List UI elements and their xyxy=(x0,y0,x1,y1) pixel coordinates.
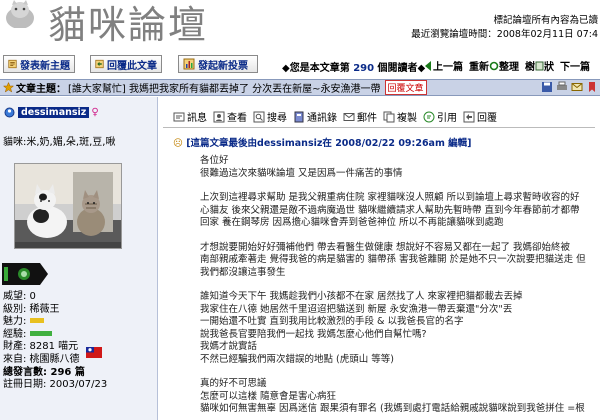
save-icon[interactable] xyxy=(541,81,553,93)
user-stats: 威望: 0 級別: 稀薇王 魅力: 經驗: 財產: 8281 喵元 來自: 桃園… xyxy=(3,291,107,392)
quote-button[interactable]: 引用 xyxy=(423,109,457,124)
post-body: 各位好 很難過這次來貓咪論壇 又是因爲一件痛苦的事情 上次到這裡尋求幫助 是我父… xyxy=(200,155,600,416)
post-line: 貓咪如何無害無辜 因爲迷信 跟果須有罪名 (我媽到處打電話給親戚說貓咪說到我爸拼… xyxy=(200,403,585,414)
post-line: 回家 養在鋼琴房 因爲擔心貓咪會弄到爸爸神位 所以不再能讓貓咪到處跑 xyxy=(200,217,504,228)
post-line: 怎麼可以這樣 隨意會是害心病狂 xyxy=(200,390,337,402)
reply-icon xyxy=(95,59,104,69)
subject-tools xyxy=(541,81,598,93)
mark-all-read-link[interactable]: 標記論壇所有內容為已讀 xyxy=(411,14,598,28)
gender-icon: ♀ xyxy=(91,107,99,118)
email-button[interactable]: 郵件 xyxy=(343,109,377,124)
arrow-left-icon xyxy=(425,61,431,71)
rank-badge-icon xyxy=(2,263,48,285)
refresh-icon xyxy=(489,61,499,71)
message-icon xyxy=(173,112,185,121)
print-icon[interactable] xyxy=(556,81,568,93)
post-line: 南部親戚牽著走 覺得我爸的病是貓害的 貓帶孫 害我爸離開 於是她不只一次說要把貓… xyxy=(200,254,586,265)
mail-icon[interactable] xyxy=(571,81,583,93)
contacts-button[interactable]: 通訊錄 xyxy=(293,109,337,124)
cat-logo-icon xyxy=(6,0,34,28)
reply-label: 回覆此文章 xyxy=(107,60,157,72)
post-toolbar: 訊息 查看 搜尋 通訊錄 郵件 複製 引用 回覆 xyxy=(173,109,503,124)
taiwan-flag-icon xyxy=(86,347,102,358)
stat-experience: 經驗: xyxy=(3,329,107,342)
post-panel: 訊息 查看 搜尋 通訊錄 郵件 複製 引用 回覆 ☹ [這篇文章最後由dessi… xyxy=(159,97,600,420)
message-button[interactable]: 訊息 xyxy=(173,109,207,124)
view-count-line: ◆您是本文章第 290 個閱讀者◆ xyxy=(282,59,425,74)
post-line: 心貓友 後來父親還是敵不過病魔過世 貓咪繼續請求人幫助先暫時帶 直到今年春節前才… xyxy=(200,204,580,216)
experience-bar xyxy=(29,330,52,336)
post-line: 上次到這裡尋求幫助 是我父親重病住院 家裡貓咪沒人照顧 所以到論壇上尋求暫時收容… xyxy=(200,192,580,203)
user-profile-panel: dessimansiz ♀ 貓咪:米,奶,媚,朵,斑,豆,啾 威望: 0 級別:… xyxy=(0,97,158,420)
poll-icon xyxy=(183,58,195,70)
copy-icon xyxy=(383,111,395,122)
post-line: 一開始還不吐實 直到我用比較激烈的手段 & 以我爸長官的名字 xyxy=(200,316,464,327)
prev-thread-link[interactable]: 上一篇 xyxy=(425,58,463,73)
user-signature: 貓咪:米,奶,媚,朵,斑,豆,啾 xyxy=(3,137,116,148)
profile-icon xyxy=(213,111,225,122)
copy-button[interactable]: 複製 xyxy=(383,109,417,124)
search-icon xyxy=(253,111,265,122)
charm-bar xyxy=(29,318,44,324)
post-line: 才想說要開始好好彌補他們 帶去看醫生做健康 想說好不容易又都在一起了 我媽卻始終… xyxy=(200,241,571,253)
topic-star-icon xyxy=(3,82,14,93)
bookmark-icon[interactable] xyxy=(586,81,598,93)
subject-tag[interactable]: 回覆文章 xyxy=(384,80,427,95)
email-icon xyxy=(343,112,355,121)
subject-title: [誰大家幫忙] 我媽把我家所有貓都丟掉了 分次丟在新屋~永安漁港一帶 xyxy=(68,84,381,95)
header-info: 標記論壇所有內容為已讀 最近瀏覽論壇時間：2008年02月11日 07:4 xyxy=(411,14,598,42)
new-poll-button[interactable]: 發起新投票 xyxy=(178,55,258,73)
quote-icon xyxy=(423,111,435,122)
thread-nav: 上一篇 重新 整理 樹狀 下一篇 xyxy=(425,58,596,73)
post-mood-icon: ☹ xyxy=(173,138,183,149)
tree-icon xyxy=(535,61,544,71)
stat-post-count: 總發言數: 296 篇 xyxy=(3,366,85,378)
subject-label: 文章主題： xyxy=(16,84,66,95)
refresh-link[interactable]: 重新 整理 xyxy=(469,58,519,73)
avatar-cats-image xyxy=(15,164,121,248)
reply-icon xyxy=(463,111,475,122)
stat-level: 級別: 稀薇王 xyxy=(3,303,60,315)
username[interactable]: dessimansiz xyxy=(18,107,90,118)
thread-toolbar: 發表新主題 回覆此文章 發起新投票 ◆您是本文章第 290 個閱讀者◆ 上一篇 … xyxy=(0,53,600,77)
user-header: dessimansiz ♀ xyxy=(4,107,99,118)
view-profile-button[interactable]: 查看 xyxy=(213,109,247,124)
post-line: 我家住在八德 她居然千里迢迢把貓送到 新屋 永安漁港一帶丟棄還"分次"丟 xyxy=(200,303,513,315)
post-line: 各位好 xyxy=(200,155,229,166)
new-topic-label: 發表新主題 xyxy=(20,60,70,72)
post-edit-note: [這篇文章最後由dessimansiz在 2008/02/22 09:26am … xyxy=(186,138,472,149)
stat-prestige: 威望: 0 xyxy=(3,291,36,302)
logo-text: 貓咪論壇 xyxy=(48,3,209,47)
avatar[interactable] xyxy=(14,163,122,249)
forum-logo[interactable]: 貓咪論壇 xyxy=(0,0,206,47)
post-line: 說我爸長官要陪我們一起找 我媽怎麼心他們自幫忙嗎? xyxy=(200,328,427,340)
views-prefix: ◆您是本文章第 xyxy=(282,63,350,74)
contacts-icon xyxy=(294,111,304,122)
page-header: 貓咪論壇 標記論壇所有內容為已讀 最近瀏覽論壇時間：2008年02月11日 07… xyxy=(0,0,600,47)
post-line: 不然已經騙我們兩次錯誤的地點 (虎頭山 等等) xyxy=(200,353,394,365)
post-line: 很難過這次來貓咪論壇 又是因爲一件痛苦的事情 xyxy=(200,167,403,179)
post-meta: ☹ [這篇文章最後由dessimansiz在 2008/02/22 09:26a… xyxy=(173,135,472,149)
search-button[interactable]: 搜尋 xyxy=(253,109,287,124)
tree-view-link[interactable]: 樹狀 xyxy=(525,58,554,73)
next-thread-link[interactable]: 下一篇 xyxy=(560,58,590,73)
post-line: 真的好不可思議 xyxy=(200,378,267,389)
new-topic-button[interactable]: 發表新主題 xyxy=(3,55,75,73)
subject-bar: 文章主題： [誰大家幫忙] 我媽把我家所有貓都丟掉了 分次丟在新屋~永安漁港一帶… xyxy=(0,79,600,96)
views-suffix: 個閱讀者◆ xyxy=(377,63,426,74)
last-visit-time: 最近瀏覽論壇時間：2008年02月11日 07:4 xyxy=(411,29,598,40)
stat-charm: 魅力: xyxy=(3,316,107,329)
new-topic-icon xyxy=(8,59,17,69)
online-status-icon xyxy=(4,107,15,118)
views-count: 290 xyxy=(353,63,375,74)
reply-button[interactable]: 回覆此文章 xyxy=(90,55,162,73)
reply-post-button[interactable]: 回覆 xyxy=(463,109,497,124)
post-divider xyxy=(163,127,595,128)
post-line: 我媽才說實話 xyxy=(200,341,258,352)
new-poll-label: 發起新投票 xyxy=(198,60,248,72)
stat-join-date: 註冊日期: 2003/07/23 xyxy=(3,379,108,391)
post-line: 我們都沒讓這事發生 xyxy=(200,266,286,278)
post-line: 誰知道今天下午 我媽趁我們小孩都不在家 居然找了人 來家裡把貓都載去丟掉 xyxy=(200,291,523,302)
